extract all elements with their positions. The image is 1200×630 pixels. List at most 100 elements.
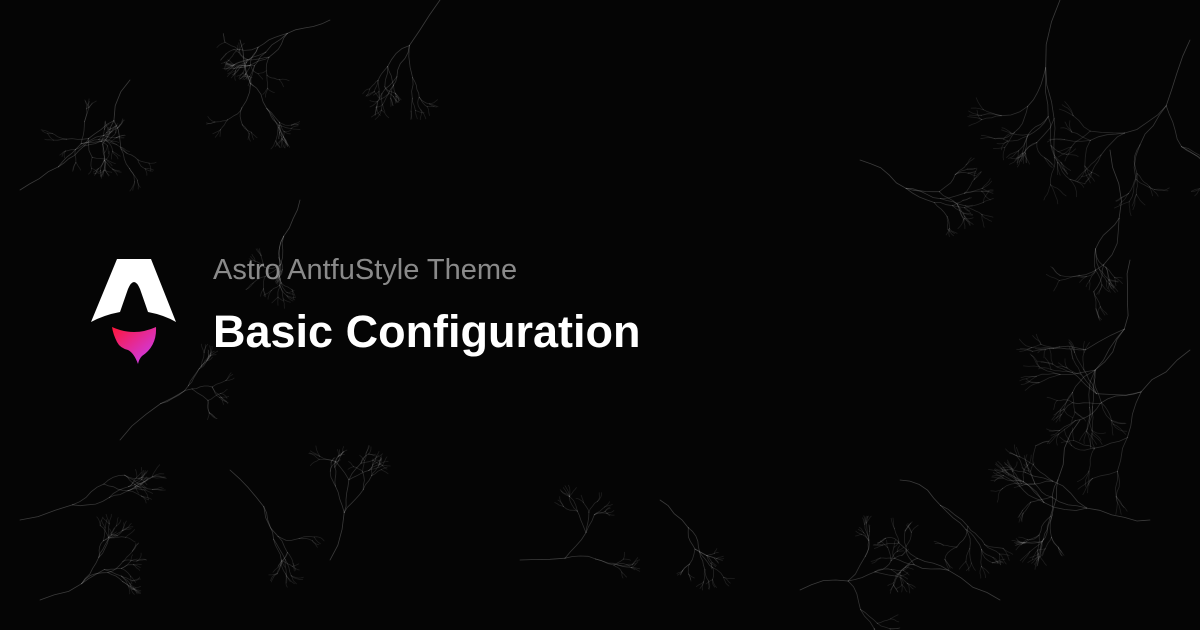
branch-stroke <box>1089 132 1126 141</box>
branch-stroke <box>380 469 389 475</box>
branch-stroke <box>1139 105 1167 146</box>
branch-stroke <box>241 83 251 109</box>
branch-stroke <box>53 138 67 141</box>
branch-stroke <box>1060 162 1068 175</box>
branch-stroke <box>1063 428 1072 446</box>
branch-stroke <box>903 530 907 547</box>
branch-stroke <box>968 119 983 127</box>
branch-stroke <box>623 551 625 560</box>
branch-stroke <box>286 19 331 34</box>
branch-stroke <box>207 412 210 420</box>
branch-stroke <box>519 557 566 561</box>
branch-stroke <box>1045 67 1055 120</box>
branch-stroke <box>290 125 299 129</box>
branch-stroke <box>1140 349 1191 393</box>
branch-stroke <box>942 544 958 548</box>
branch-stroke <box>216 41 226 48</box>
branch-stroke <box>96 516 101 526</box>
branch-stroke <box>1165 39 1191 107</box>
branch-stroke <box>1019 551 1031 562</box>
branch-stroke <box>983 109 1002 117</box>
branch-stroke <box>160 385 189 404</box>
branch-stroke <box>1022 501 1032 514</box>
branch-stroke <box>1032 445 1037 465</box>
branch-stroke <box>19 166 59 191</box>
branch-stroke <box>347 466 354 470</box>
branch-stroke <box>1075 169 1086 181</box>
branch-stroke <box>896 550 905 552</box>
branch-stroke <box>687 563 690 575</box>
branch-stroke <box>396 45 410 78</box>
branch-stroke <box>133 564 141 568</box>
branch-stroke <box>958 561 967 570</box>
branch-stroke <box>1085 154 1102 171</box>
branch-stroke <box>263 506 274 540</box>
branch-stroke <box>284 138 286 149</box>
branch-stroke <box>1002 147 1006 161</box>
branch-stroke <box>868 530 870 541</box>
branch-stroke <box>1048 433 1060 445</box>
branch-stroke <box>266 74 269 89</box>
branch-stroke <box>1004 131 1015 148</box>
branch-stroke <box>265 56 270 76</box>
branch-stroke <box>1096 391 1142 396</box>
branch-stroke <box>968 110 982 116</box>
branch-stroke <box>283 129 292 133</box>
branch-stroke <box>981 180 992 189</box>
branch-stroke <box>1043 184 1051 201</box>
branch-stroke <box>229 469 265 508</box>
branch-stroke <box>1024 382 1040 391</box>
branch-stroke <box>1074 402 1101 422</box>
branch-stroke <box>1132 194 1137 210</box>
branch-stroke <box>1135 178 1155 190</box>
astro-logo-icon <box>91 259 176 364</box>
branch-stroke <box>227 107 243 121</box>
branch-stroke <box>348 461 354 468</box>
branch-stroke <box>72 497 110 507</box>
branch-stroke <box>122 559 138 562</box>
branch-stroke <box>1007 469 1026 473</box>
branch-stroke <box>133 563 142 566</box>
branch-stroke <box>1039 556 1047 566</box>
branch-stroke <box>125 529 136 538</box>
branch-stroke <box>1092 471 1118 479</box>
branch-stroke <box>890 618 900 623</box>
branch-stroke <box>1088 447 1095 472</box>
branch-stroke <box>66 138 89 140</box>
branch-stroke <box>1021 480 1054 486</box>
branch-stroke <box>200 343 205 353</box>
branch-stroke <box>1023 365 1040 368</box>
branch-stroke <box>860 609 875 630</box>
branch-stroke <box>712 567 714 581</box>
branch-stroke <box>191 388 209 401</box>
branch-stroke <box>74 149 77 163</box>
branch-stroke <box>980 137 995 140</box>
branch-stroke <box>1089 130 1126 134</box>
branch-stroke <box>1124 105 1167 134</box>
og-image-card: Astro AntfuStyle Theme Basic Configurati… <box>0 0 1200 630</box>
branch-stroke <box>426 106 430 116</box>
branch-stroke <box>1053 400 1058 410</box>
branch-stroke <box>220 53 227 61</box>
branch-stroke <box>1116 193 1129 202</box>
branch-stroke <box>127 490 142 497</box>
branch-stroke <box>1050 156 1056 186</box>
branch-stroke <box>1072 402 1101 405</box>
page-title: Basic Configuration <box>213 306 641 357</box>
branch-stroke <box>689 548 696 565</box>
branch-stroke <box>1027 67 1047 107</box>
branch-stroke <box>125 536 136 543</box>
branch-stroke <box>1101 402 1112 421</box>
branch-stroke <box>910 524 919 533</box>
branch-stroke <box>1100 132 1126 156</box>
branch-stroke <box>706 553 715 556</box>
branch-stroke <box>104 145 108 154</box>
branch-stroke <box>279 79 284 88</box>
branch-stroke <box>207 116 216 123</box>
branch-stroke <box>1091 154 1102 173</box>
branch-stroke <box>329 461 332 472</box>
branch-stroke <box>1072 391 1076 413</box>
branch-stroke <box>1095 217 1120 250</box>
branch-stroke <box>963 212 965 222</box>
branch-stroke <box>890 614 899 620</box>
